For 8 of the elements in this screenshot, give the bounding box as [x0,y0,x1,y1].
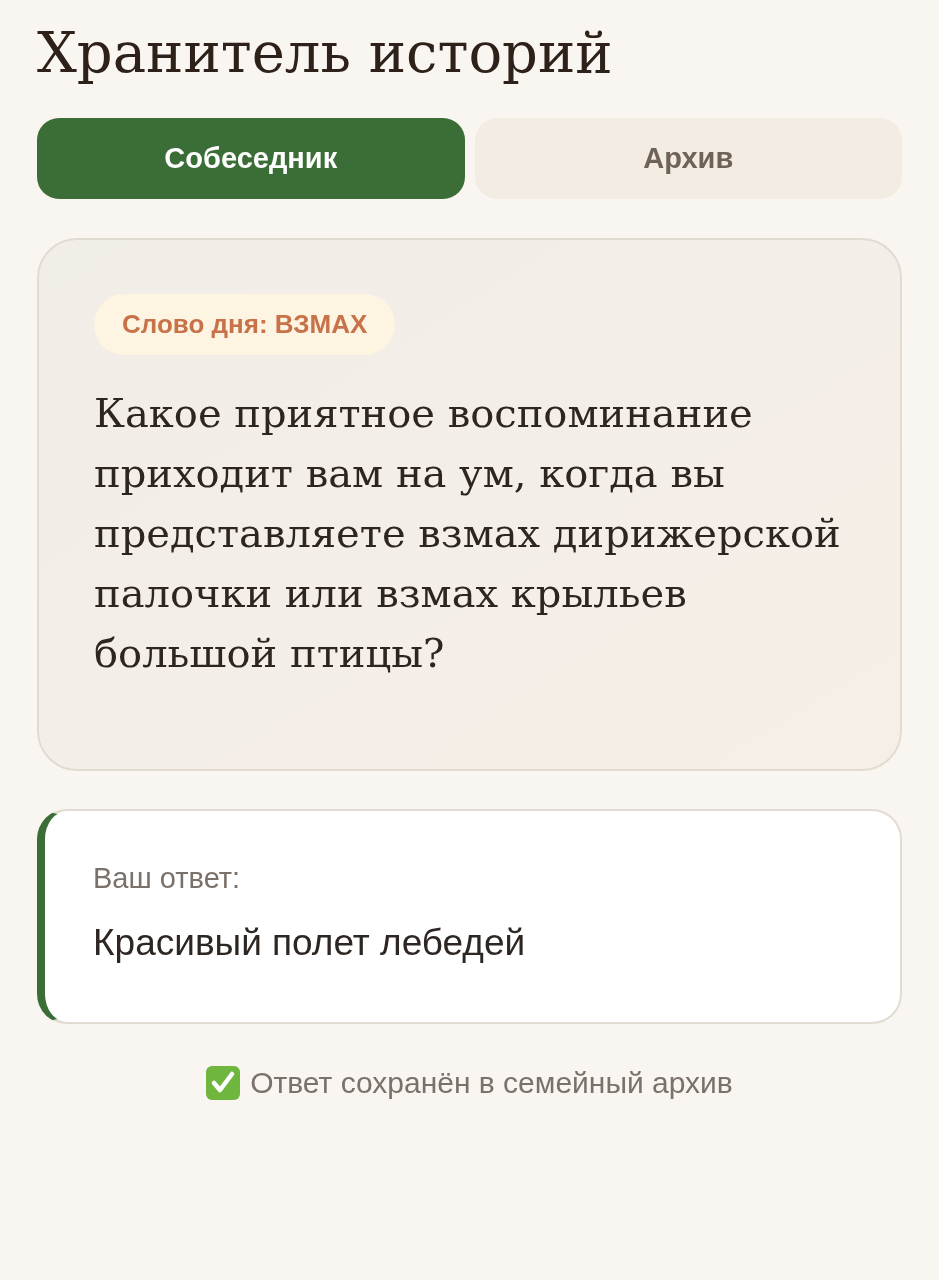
answer-text: Красивый полет лебедей [93,921,526,965]
answer-label: Ваш ответ: [93,861,241,895]
tab[interactable]: Собеседник [37,118,465,199]
word-of-day-badge: Слово дня: ВЗМАХ [94,294,396,355]
question-text: Какое приятное воспоминание приходит вам на ум, когда вы представляете взмах дирижерской палочки или взмах крыльев большой птицы? [94,389,842,678]
tab[interactable]: Архив [474,118,902,199]
app-title: Хранитель историй [37,19,613,87]
status-message: Ответ сохранён в семейный архив [250,1065,733,1101]
